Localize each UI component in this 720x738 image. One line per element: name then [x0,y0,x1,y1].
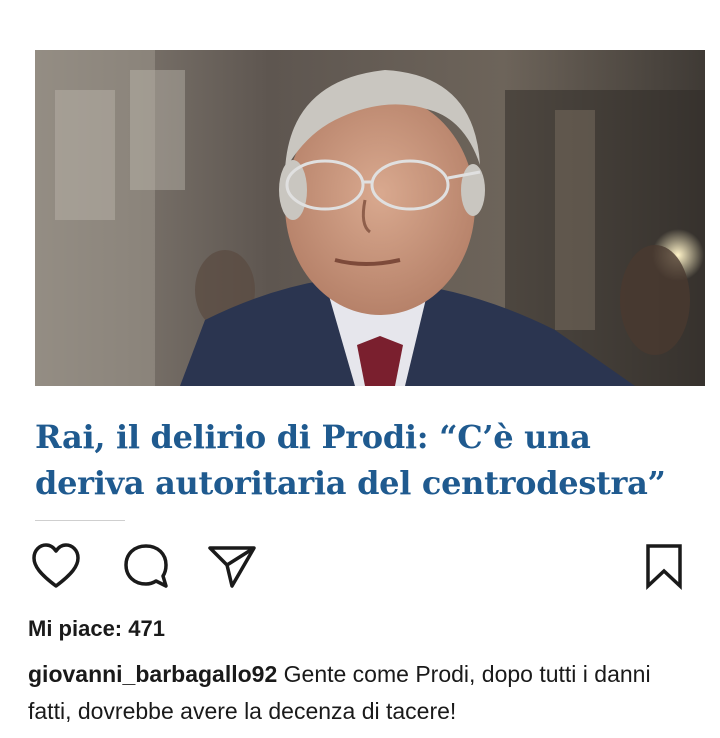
heart-icon[interactable] [30,540,82,596]
post-caption: giovanni_barbagallo92 Gente come Prodi, … [28,656,698,730]
likes-count[interactable]: Mi piace: 471 [28,616,165,642]
post-actions-bar [0,540,720,596]
divider [35,520,125,521]
caption-username[interactable]: giovanni_barbagallo92 [28,661,277,687]
bookmark-icon[interactable] [638,540,690,596]
comment-bubble-icon[interactable] [122,540,174,596]
article-headline: Rai, il delirio di Prodi: “C’è una deriv… [35,418,666,502]
post-image[interactable] [35,50,705,386]
post-photo [35,50,705,386]
paper-plane-icon[interactable] [206,540,258,596]
